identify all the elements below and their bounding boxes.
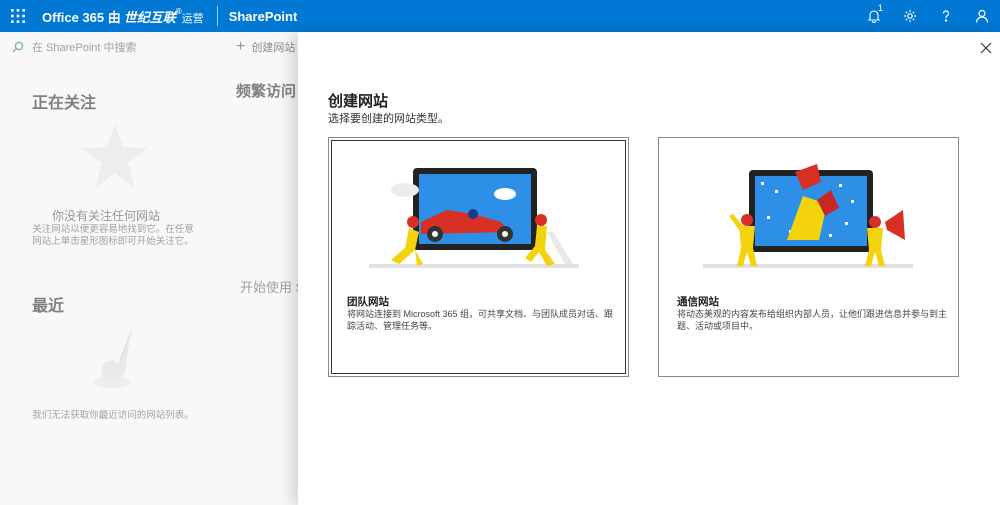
- brand-suffix: 运营: [181, 12, 204, 25]
- communication-site-title: 通信网站: [677, 296, 719, 308]
- suite-divider: [216, 6, 218, 26]
- communication-site-desc: 将动态美观的内容发布给组织内部人员，让他们跟进信息并参与到主题、活动或项目中。: [677, 309, 948, 331]
- help-button[interactable]: [928, 0, 964, 32]
- brand-operator: 世纪互联: [123, 9, 176, 25]
- team-site-illustration: [369, 168, 579, 268]
- notifications-button[interactable]: 1: [856, 0, 892, 32]
- gear-icon: [904, 10, 916, 22]
- communication-site-card[interactable]: 通信网站 将动态美观的内容发布给组织内部人员，让他们跟进信息并参与到主题、活动或…: [658, 137, 959, 377]
- create-site-panel: 创建网站 选择要创建的网站类型。 团队网站 将网站连接到 Microsoft 3…: [298, 32, 1000, 505]
- app-launcher-button[interactable]: [0, 0, 36, 32]
- panel-title: 创建网站: [328, 93, 389, 110]
- brand-prefix: Office 365 由: [42, 9, 121, 25]
- person-icon: [975, 9, 989, 23]
- team-site-title: 团队网站: [347, 296, 389, 308]
- account-button[interactable]: [964, 0, 1000, 32]
- team-site-card[interactable]: 团队网站 将网站连接到 Microsoft 365 组，可共享文档、与团队成员对…: [328, 137, 629, 377]
- notification-count: 1: [877, 3, 883, 13]
- close-button[interactable]: [976, 38, 996, 58]
- office365-brand[interactable]: Office 365 由世纪互联®运营: [42, 7, 204, 26]
- team-site-desc: 将网站连接到 Microsoft 365 组，可共享文档、与团队成员对话、跟踪活…: [347, 309, 614, 331]
- suite-bar: Office 365 由世纪互联®运营 SharePoint 1: [0, 0, 1000, 32]
- app-name-link[interactable]: SharePoint: [229, 9, 298, 24]
- app-launcher-icon: [11, 9, 25, 23]
- panel-subtitle: 选择要创建的网站类型。: [328, 113, 449, 125]
- help-icon: [942, 10, 950, 22]
- communication-site-illustration: [703, 164, 913, 268]
- close-icon: [980, 42, 992, 54]
- settings-button[interactable]: [892, 0, 928, 32]
